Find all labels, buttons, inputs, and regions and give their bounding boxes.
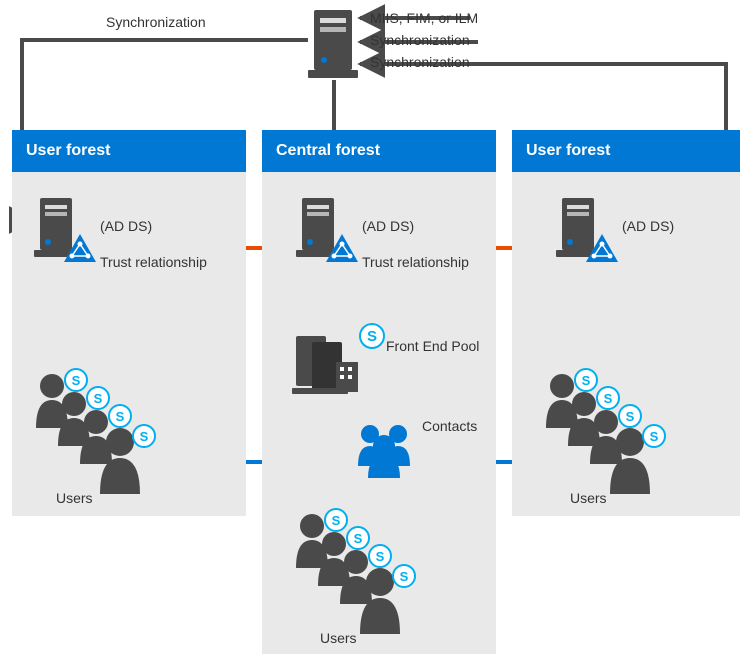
contacts-label: Contacts	[422, 418, 477, 434]
front-end-pool-label: Front End Pool	[386, 338, 479, 354]
forest-header-right: User forest	[512, 130, 740, 172]
ad-label-left: (AD DS)	[100, 218, 152, 234]
ad-triangle-right-icon	[584, 232, 620, 269]
ad-triangle-left-icon	[62, 232, 98, 269]
users-left-label: Users	[56, 490, 93, 506]
users-center-label: Users	[320, 630, 357, 646]
sync-label-r2: Synchronization	[370, 54, 470, 70]
svg-text:S: S	[376, 549, 385, 564]
ad-label-center: (AD DS)	[362, 218, 414, 234]
svg-text:S: S	[650, 429, 659, 444]
users-right-icon: S S S S	[540, 368, 680, 501]
svg-text:S: S	[604, 391, 613, 406]
contacts-icon	[352, 420, 420, 481]
svg-text:S: S	[140, 429, 149, 444]
ad-triangle-center-icon	[324, 232, 360, 269]
diagram-canvas: MIIS, FIM, or ILM Synchronization Synchr…	[0, 0, 747, 664]
sync-label-left: Synchronization	[106, 14, 206, 30]
trust-label-center: Trust relationship	[362, 254, 469, 270]
sync-label-r1: Synchronization	[370, 32, 470, 48]
svg-text:S: S	[367, 328, 377, 345]
miis-label: MIIS, FIM, or ILM	[370, 10, 478, 26]
ad-label-right: (AD DS)	[622, 218, 674, 234]
forest-header-left: User forest	[12, 130, 246, 172]
sync-server-icon	[308, 8, 358, 83]
svg-text:S: S	[626, 409, 635, 424]
svg-text:S: S	[582, 373, 591, 388]
svg-text:S: S	[354, 531, 363, 546]
svg-text:S: S	[94, 391, 103, 406]
forest-header-center: Central forest	[262, 130, 496, 172]
skype-badge-pool: S	[358, 322, 386, 353]
users-right-label: Users	[570, 490, 607, 506]
users-left-icon: S S S S	[30, 368, 170, 501]
svg-text:S: S	[72, 373, 81, 388]
trust-label-left: Trust relationship	[100, 254, 207, 270]
svg-text:S: S	[332, 513, 341, 528]
svg-text:S: S	[116, 409, 125, 424]
svg-text:S: S	[400, 569, 409, 584]
users-center-icon: S S S S	[290, 508, 430, 641]
